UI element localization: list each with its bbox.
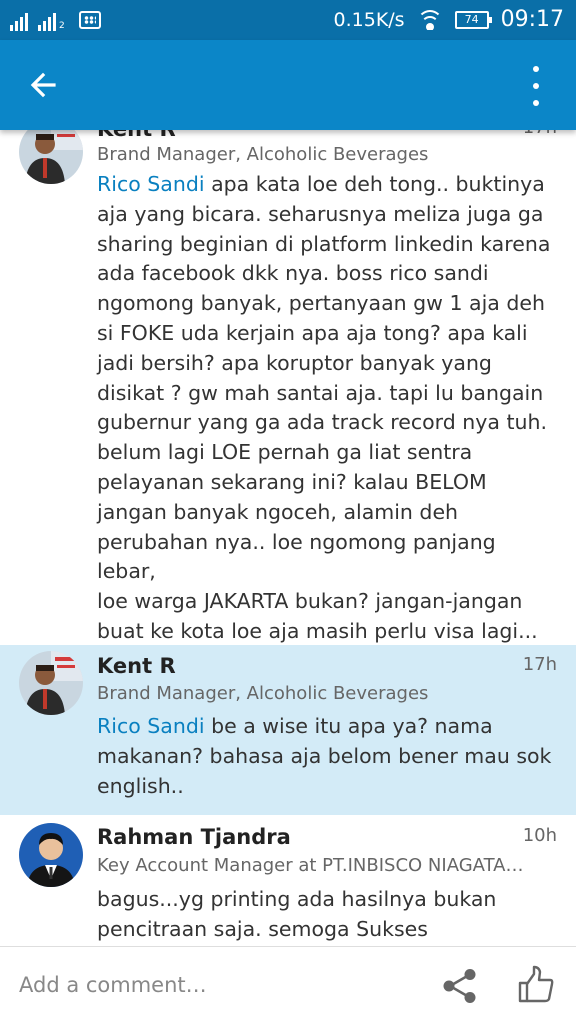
- commenter-headline: Brand Manager, Alcoholic Beverages: [97, 144, 429, 165]
- comment-item-highlighted: Kent R 17h Brand Manager, Alcoholic Beve…: [0, 645, 576, 815]
- clock: 09:17: [500, 7, 564, 32]
- mention-link[interactable]: Rico Sandi: [97, 714, 205, 738]
- share-button[interactable]: [440, 967, 480, 1005]
- commenter-name[interactable]: Kent R: [97, 130, 176, 141]
- status-bar: 2 0.15K/s 74 09:17: [0, 0, 576, 40]
- avatar[interactable]: [19, 823, 83, 887]
- comment-item: Kent R 17h Brand Manager, Alcoholic Beve…: [0, 130, 576, 673]
- thumbs-up-icon: [518, 965, 554, 1003]
- avatar-photo-icon: [19, 823, 83, 887]
- comment-time: 17h: [522, 654, 557, 675]
- like-button[interactable]: [516, 965, 556, 1005]
- overflow-menu-button[interactable]: [526, 66, 546, 106]
- share-icon: [443, 969, 476, 1003]
- arrow-left-icon: [30, 72, 56, 98]
- comment-text: Rico Sandi apa kata loe deh tong.. bukti…: [97, 172, 551, 673]
- comment-text: Rico Sandi be a wise itu apa ya? nama ma…: [97, 714, 552, 798]
- comment-item: Rahman Tjandra 10h Key Account Manager a…: [0, 815, 576, 946]
- add-comment-input[interactable]: Add a comment…: [19, 973, 207, 997]
- signal-2-icon: 2: [38, 9, 65, 31]
- comment-time: 17h: [523, 130, 557, 138]
- signal-1-icon: [10, 9, 28, 31]
- comment-list: Kent R 17h Brand Manager, Alcoholic Beve…: [0, 130, 576, 946]
- avatar-photo-icon: [19, 130, 83, 184]
- commenter-headline: Key Account Manager at PT.INBISCO NIAGAT…: [97, 855, 537, 876]
- commenter-name[interactable]: Rahman Tjandra: [97, 825, 291, 849]
- network-speed: 0.15K/s: [333, 8, 405, 31]
- back-button[interactable]: [24, 67, 64, 103]
- comment-text: bagus...yg printing ada hasilnya bukan p…: [97, 887, 497, 941]
- avatar-photo-icon: [19, 651, 83, 715]
- battery-icon: 74: [454, 10, 492, 29]
- comment-composer-bar: Add a comment…: [0, 946, 576, 1024]
- commenter-headline: Brand Manager, Alcoholic Beverages: [97, 683, 429, 704]
- wifi-icon: [416, 9, 443, 30]
- comment-time: 10h: [522, 825, 557, 846]
- app-bar: [0, 40, 576, 130]
- mention-link[interactable]: Rico Sandi: [97, 172, 205, 196]
- signal-sub-label: 2: [59, 21, 65, 31]
- bbm-notification-icon: [78, 11, 101, 29]
- avatar[interactable]: [19, 130, 83, 184]
- commenter-name[interactable]: Kent R: [97, 654, 176, 678]
- avatar[interactable]: [19, 651, 83, 715]
- more-vert-icon: [533, 66, 539, 72]
